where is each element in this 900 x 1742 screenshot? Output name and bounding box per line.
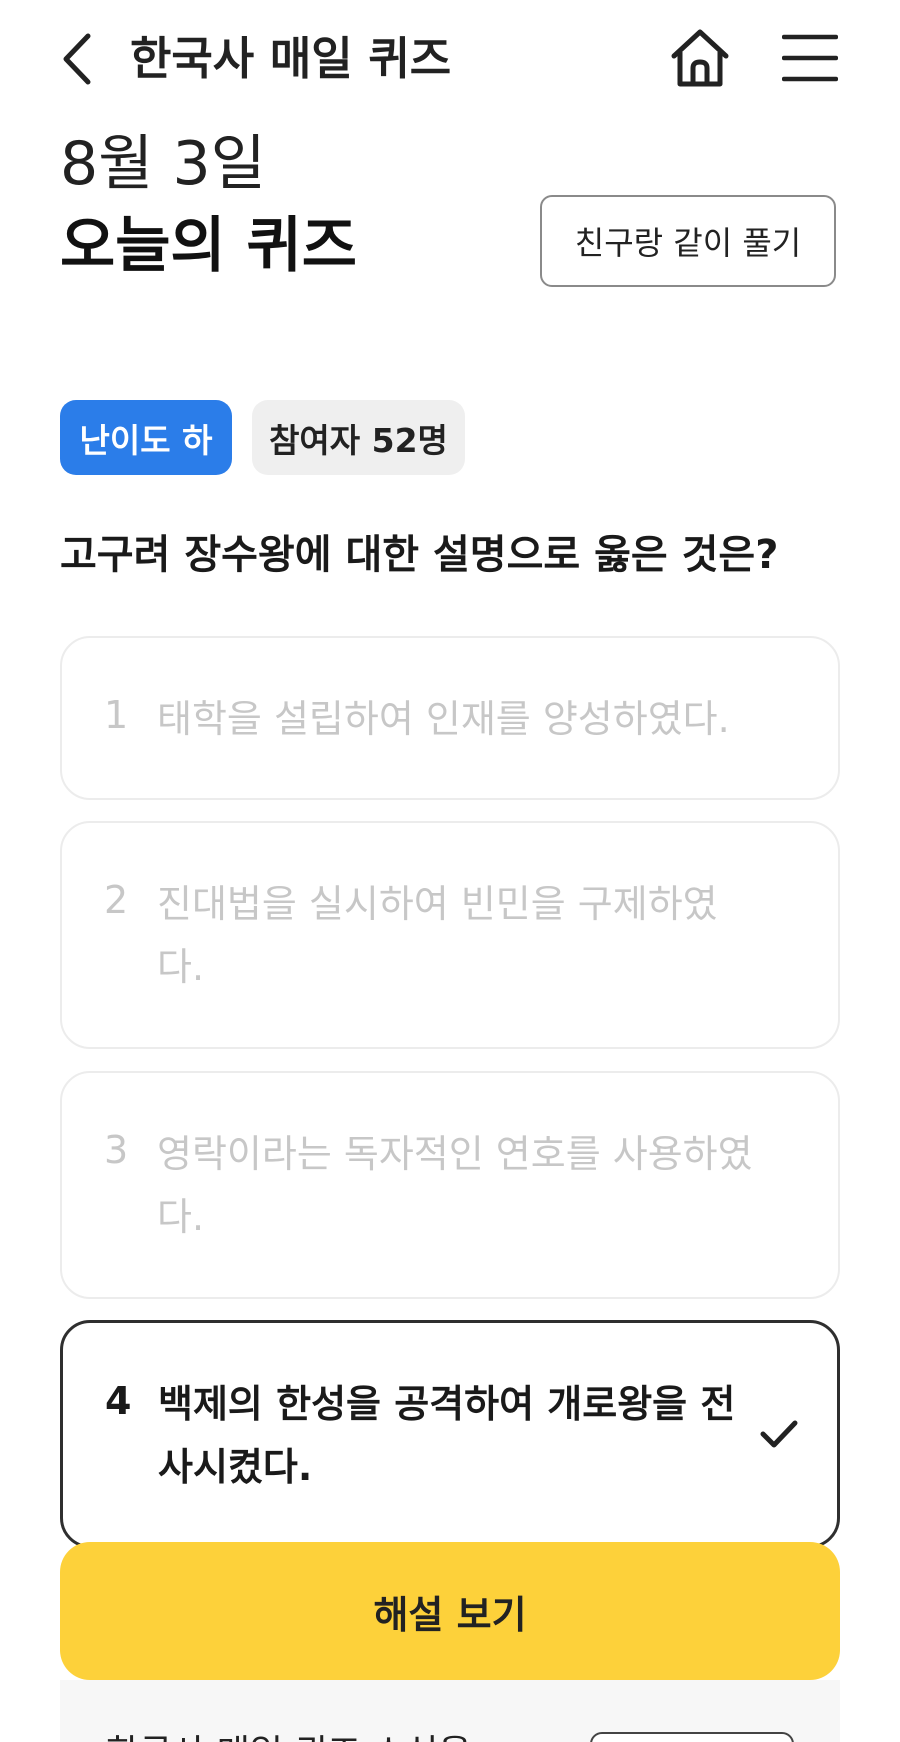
play-with-friend-button[interactable]: 친구랑 같이 풀기 xyxy=(540,195,836,287)
top-navigation-bar: 한국사 매일 퀴즈 xyxy=(0,0,900,120)
answer-option-3[interactable]: 3 영락이라는 독자적인 연호를 사용하였다. xyxy=(60,1071,840,1299)
option-text: 진대법을 실시하여 빈민을 구제하였다. xyxy=(157,882,718,989)
page-title: 오늘의 퀴즈 xyxy=(60,211,357,281)
hamburger-menu-icon xyxy=(781,34,839,82)
option-text: 백제의 한성을 공격하여 개로왕을 전사시켰다. xyxy=(158,1382,736,1489)
home-button[interactable] xyxy=(668,26,732,90)
option-text: 영락이라는 독자적인 연호를 사용하였다. xyxy=(157,1132,753,1239)
difficulty-badge: 난이도 하 xyxy=(60,400,232,475)
option-number: 1 xyxy=(104,693,129,737)
answer-option-2[interactable]: 2 진대법을 실시하여 빈민을 구제하였다. xyxy=(60,821,840,1049)
subscribe-button[interactable] xyxy=(590,1732,794,1742)
quiz-date: 8월 3일 xyxy=(60,129,266,199)
menu-button[interactable] xyxy=(781,32,839,84)
chevron-left-icon xyxy=(63,33,91,85)
check-icon xyxy=(760,1420,798,1448)
option-number: 2 xyxy=(104,878,129,922)
view-explanation-button[interactable]: 해설 보기 xyxy=(60,1542,840,1680)
answer-option-4-selected[interactable]: 4 백제의 한성을 공격하여 개로왕을 전사시켰다. xyxy=(60,1320,840,1548)
quiz-question: 고구려 장수왕에 대한 설명으로 옳은 것은? xyxy=(60,532,779,578)
answer-option-1[interactable]: 1 태학을 설립하여 인재를 양성하였다. xyxy=(60,636,840,800)
subscribe-text: 한국사 매일 퀴즈 소식을 xyxy=(106,1724,472,1742)
home-icon xyxy=(671,29,729,87)
participants-badge: 참여자 52명 xyxy=(252,400,465,475)
app-title: 한국사 매일 퀴즈 xyxy=(130,32,452,85)
option-number: 3 xyxy=(104,1128,129,1172)
bottom-subscribe-panel: 한국사 매일 퀴즈 소식을 xyxy=(60,1680,840,1742)
option-number: 4 xyxy=(105,1379,132,1423)
option-text: 태학을 설립하여 인재를 양성하였다. xyxy=(157,697,730,741)
back-button[interactable] xyxy=(58,30,98,88)
